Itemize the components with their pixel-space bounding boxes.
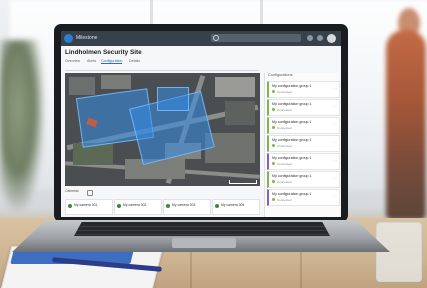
config-status: Connected bbox=[277, 126, 292, 130]
page-title: Lindholmen Security Site bbox=[65, 49, 142, 56]
background-plant bbox=[0, 40, 44, 210]
configuration-panel: Configurations My configuration group 1 … bbox=[264, 73, 340, 217]
status-dot bbox=[272, 162, 275, 165]
more-icon[interactable]: ⋯ bbox=[333, 87, 337, 91]
camera-icon[interactable] bbox=[87, 190, 93, 196]
config-item[interactable]: My configuration group 1 Connected ⋯ bbox=[267, 81, 340, 98]
background-person bbox=[386, 30, 426, 220]
map-scale bbox=[229, 180, 257, 184]
map-building bbox=[225, 101, 255, 125]
status-dot bbox=[215, 204, 219, 208]
bell-icon[interactable] bbox=[307, 35, 313, 41]
config-item[interactable]: My configuration group 1 Connected ⋯ bbox=[267, 171, 340, 188]
config-item[interactable]: My configuration group 1 Connected ⋯ bbox=[267, 189, 340, 206]
top-bar: Milestone bbox=[61, 31, 341, 46]
help-icon[interactable] bbox=[317, 35, 323, 41]
user-avatar[interactable] bbox=[327, 34, 336, 43]
camera-tile[interactable]: My camera 004 bbox=[212, 199, 260, 215]
tab-bar: Overview Alerts Configuration Details bbox=[65, 59, 255, 66]
config-status: Connected bbox=[277, 90, 292, 94]
camera-tile[interactable]: My camera 001 bbox=[65, 199, 113, 215]
config-title: My configuration group 1 bbox=[272, 84, 312, 88]
key-row bbox=[74, 230, 330, 231]
tab-details[interactable]: Details bbox=[129, 59, 140, 63]
security-zone[interactable] bbox=[157, 87, 189, 111]
camera-bar-label: Cameras bbox=[65, 189, 79, 193]
config-title: My configuration group 1 bbox=[272, 174, 312, 178]
water-glass bbox=[376, 222, 422, 282]
config-status: Connected bbox=[277, 180, 292, 184]
camera-label: My camera 004 bbox=[221, 203, 245, 207]
config-title: My configuration group 1 bbox=[272, 102, 312, 106]
search-input[interactable] bbox=[211, 34, 301, 42]
status-dot bbox=[117, 204, 121, 208]
map-building bbox=[69, 77, 95, 95]
app-screen: Milestone Lindholmen Security Site Overv… bbox=[61, 31, 341, 217]
status-dot bbox=[272, 108, 275, 111]
tab-alerts[interactable]: Alerts bbox=[87, 59, 96, 63]
panel-heading: Configurations bbox=[268, 73, 293, 77]
app-brand[interactable]: Milestone bbox=[76, 33, 97, 44]
key-row bbox=[74, 234, 330, 235]
config-title: My configuration group 1 bbox=[272, 192, 312, 196]
status-dot bbox=[272, 198, 275, 201]
config-item[interactable]: My configuration group 1 Connected ⋯ bbox=[267, 153, 340, 170]
config-title: My configuration group 1 bbox=[272, 156, 312, 160]
config-item[interactable]: My configuration group 1 Connected ⋯ bbox=[267, 135, 340, 152]
camera-label: My camera 001 bbox=[74, 203, 98, 207]
config-status: Connected bbox=[277, 162, 292, 166]
config-item[interactable]: My configuration group 1 Connected ⋯ bbox=[267, 117, 340, 134]
status-dot bbox=[272, 90, 275, 93]
map-building bbox=[101, 75, 131, 89]
config-status: Connected bbox=[277, 144, 292, 148]
status-dot bbox=[272, 180, 275, 183]
status-dot bbox=[272, 126, 275, 129]
status-dot bbox=[272, 144, 275, 147]
tab-overview[interactable]: Overview bbox=[65, 59, 80, 63]
tab-divider bbox=[65, 67, 259, 71]
camera-label: My camera 002 bbox=[123, 203, 147, 207]
more-icon[interactable]: ⋯ bbox=[333, 141, 337, 145]
search-icon bbox=[213, 35, 219, 41]
camera-tile[interactable]: My camera 003 bbox=[163, 199, 211, 215]
camera-list: My camera 001 My camera 002 My camera 00… bbox=[65, 199, 260, 215]
config-item[interactable]: My configuration group 1 Connected ⋯ bbox=[267, 99, 340, 116]
more-icon[interactable]: ⋯ bbox=[333, 123, 337, 127]
more-icon[interactable]: ⋯ bbox=[333, 159, 337, 163]
trackpad bbox=[172, 238, 236, 248]
status-dot bbox=[166, 204, 170, 208]
config-title: My configuration group 1 bbox=[272, 120, 312, 124]
status-dot bbox=[68, 204, 72, 208]
more-icon[interactable]: ⋯ bbox=[333, 177, 337, 181]
config-status: Connected bbox=[277, 108, 292, 112]
map-building bbox=[215, 77, 255, 97]
config-title: My configuration group 1 bbox=[272, 138, 312, 142]
key-row bbox=[74, 226, 330, 227]
tab-configuration[interactable]: Configuration bbox=[101, 59, 123, 64]
more-icon[interactable]: ⋯ bbox=[333, 105, 337, 109]
camera-label: My camera 003 bbox=[172, 203, 196, 207]
laptop-keyboard bbox=[74, 222, 330, 236]
site-map[interactable] bbox=[65, 73, 260, 186]
logo-icon[interactable] bbox=[64, 34, 73, 43]
camera-bar: Cameras bbox=[65, 189, 260, 197]
more-icon[interactable]: ⋯ bbox=[333, 195, 337, 199]
config-status: Connected bbox=[277, 198, 292, 202]
camera-tile[interactable]: My camera 002 bbox=[114, 199, 162, 215]
